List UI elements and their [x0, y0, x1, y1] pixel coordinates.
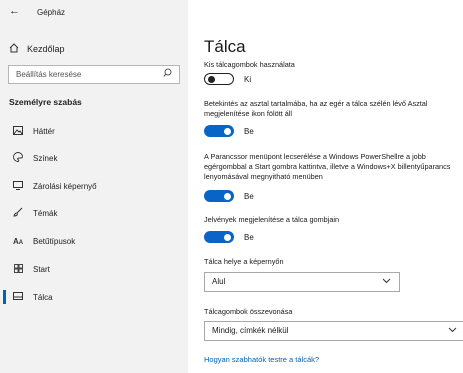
badges-state: Be	[244, 232, 254, 242]
search-box[interactable]	[8, 65, 180, 84]
sidebar-item-label: Start	[33, 264, 50, 274]
small-buttons-label: Kis tálcagombok használata	[204, 60, 295, 69]
small-buttons-toggle[interactable]	[204, 73, 234, 85]
section-title: Személyre szabás	[9, 97, 82, 107]
home-icon	[9, 42, 23, 56]
powershell-label: A Parancssor menüpont lecserélése a Wind…	[204, 152, 451, 181]
powershell-toggle[interactable]	[204, 190, 234, 202]
chevron-down-icon	[382, 275, 391, 289]
sidebar-item-home[interactable]: Kezdőlap	[9, 42, 65, 56]
sidebar-item-label: Színek	[33, 153, 58, 163]
sidebar-item-taskbar[interactable]: Tálca	[0, 287, 188, 307]
taskbar-icon	[11, 292, 25, 302]
toggle-knob	[224, 233, 231, 241]
badges-toggle[interactable]	[204, 231, 234, 243]
sidebar-item-themes[interactable]: Témák	[0, 203, 188, 223]
sidebar-item-colors[interactable]: Színek	[0, 148, 188, 168]
combine-buttons-label: Tálcagombok összevonása	[204, 307, 293, 316]
page-title: Tálca	[204, 37, 246, 56]
chevron-down-icon	[448, 324, 457, 338]
powershell-state: Be	[244, 191, 254, 201]
lock-screen-icon	[11, 180, 25, 192]
combine-buttons-dropdown[interactable]: Mindig, címkék nélkül	[204, 321, 463, 341]
sidebar-item-lock-screen[interactable]: Zárolási képernyő	[0, 176, 188, 196]
peek-label: Betekintés az asztal tartalmába, ha az e…	[204, 99, 428, 118]
sidebar-item-start[interactable]: Start	[0, 259, 188, 279]
taskbar-location-dropdown[interactable]: Alul	[204, 272, 400, 292]
image-icon	[11, 125, 25, 137]
help-link[interactable]: Hogyan szabhatók testre a tálcák?	[204, 355, 319, 364]
font-icon: AA	[12, 236, 24, 246]
back-arrow-icon[interactable]: ←	[9, 5, 20, 17]
sidebar-item-label: Témák	[33, 208, 58, 218]
toggle-knob	[224, 127, 231, 135]
small-buttons-toggle-row: Ki	[204, 72, 251, 86]
title-bar: ← Gépház	[0, 0, 188, 28]
home-label: Kezdőlap	[27, 44, 65, 54]
active-indicator	[3, 290, 6, 304]
search-input[interactable]	[9, 66, 159, 83]
sidebar-item-label: Zárolási képernyő	[33, 181, 97, 191]
main-panel: Tálca Kis tálcagombok használata Ki Bete…	[188, 0, 463, 373]
taskbar-location-value: Alul	[212, 277, 226, 286]
sidebar-item-background[interactable]: Háttér	[0, 121, 188, 141]
small-buttons-state: Ki	[244, 74, 252, 84]
peek-toggle-row: Be	[204, 124, 254, 138]
toggle-knob	[208, 75, 215, 83]
sidebar-item-fonts[interactable]: AA Betűtípusok	[0, 231, 188, 251]
sidebar-item-label: Háttér	[33, 126, 55, 136]
palette-icon	[11, 152, 25, 164]
start-icon	[11, 263, 25, 275]
badges-toggle-row: Be	[204, 230, 254, 244]
brush-icon	[11, 207, 25, 219]
peek-state: Be	[244, 126, 254, 136]
taskbar-location-label: Tálca helye a képernyőn	[204, 257, 284, 266]
search-icon[interactable]	[163, 68, 172, 80]
sidebar-item-label: Tálca	[33, 292, 53, 302]
combine-buttons-value: Mindig, címkék nélkül	[212, 326, 289, 335]
badges-label: Jelvények megjelenítése a tálca gombjain	[204, 215, 340, 224]
powershell-toggle-row: Be	[204, 189, 254, 203]
app-title: Gépház	[37, 8, 66, 17]
sidebar-item-label: Betűtípusok	[33, 236, 76, 246]
sidebar: ← Gépház Kezdőlap Személyre szabás Hátté…	[0, 0, 188, 373]
peek-toggle[interactable]	[204, 125, 234, 137]
toggle-knob	[224, 192, 231, 200]
